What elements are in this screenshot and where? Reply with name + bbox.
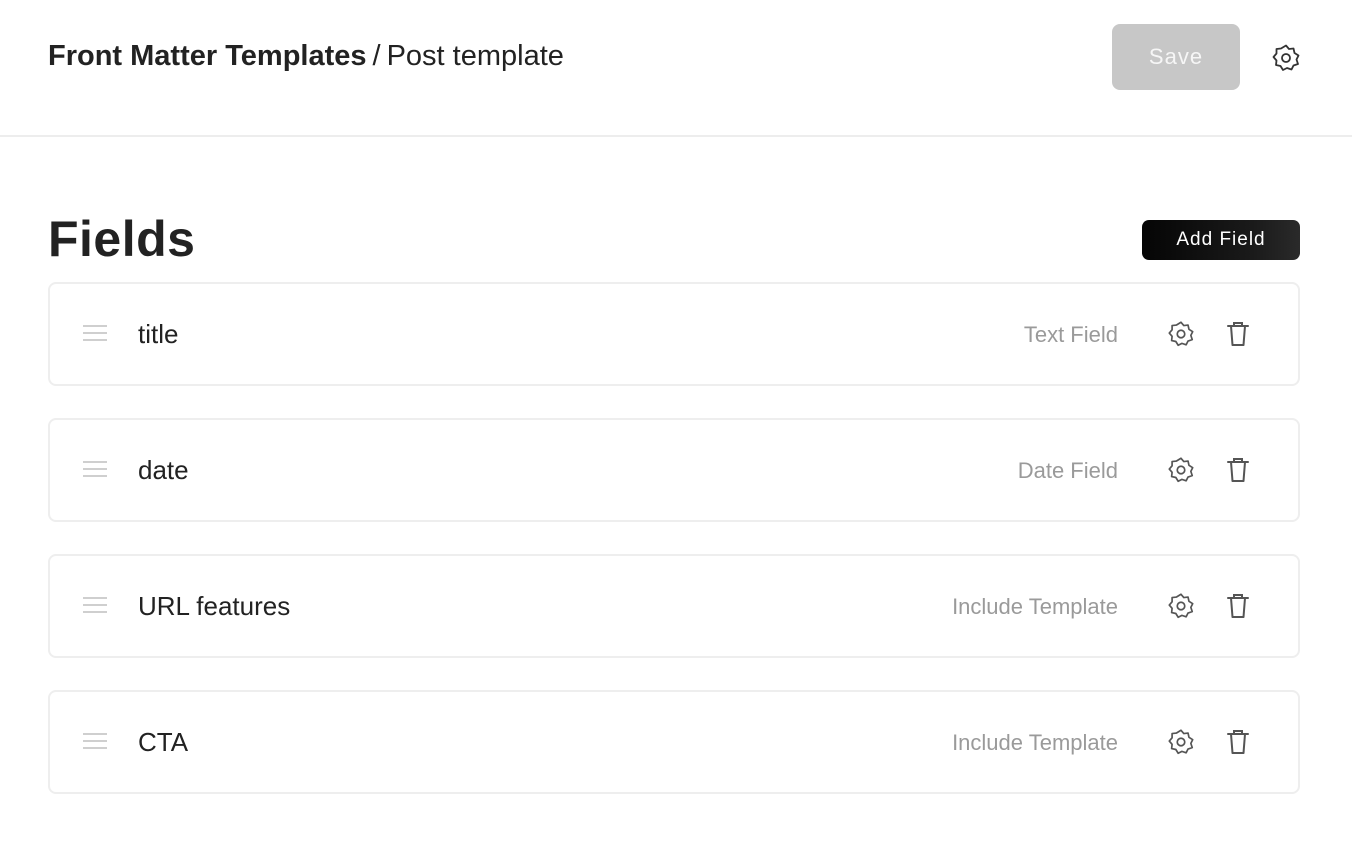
gear-icon[interactable] bbox=[1166, 727, 1196, 757]
gear-icon[interactable] bbox=[1166, 319, 1196, 349]
field-name: title bbox=[138, 319, 179, 349]
section-title: Fields bbox=[48, 211, 196, 267]
save-button[interactable]: Save bbox=[1112, 24, 1240, 90]
drag-handle-icon[interactable] bbox=[82, 594, 108, 616]
page-header: Front Matter Templates / Post template Sav… bbox=[0, 0, 1352, 137]
field-row[interactable]: URL features Include Template bbox=[48, 554, 1300, 658]
breadcrumb-current: Post template bbox=[386, 40, 564, 72]
field-type: Include Template bbox=[952, 730, 1118, 755]
field-list: title Text Field date Date Field URL fea… bbox=[48, 282, 1300, 826]
trash-icon[interactable] bbox=[1226, 456, 1250, 484]
field-type: Date Field bbox=[1017, 458, 1118, 483]
field-type: Text Field bbox=[1023, 322, 1118, 347]
breadcrumb: Front Matter Templates / Post template bbox=[48, 38, 564, 74]
drag-handle-icon[interactable] bbox=[82, 730, 108, 752]
field-row[interactable]: title Text Field bbox=[48, 282, 1300, 386]
field-type: Include Template bbox=[952, 594, 1118, 619]
field-name: URL features bbox=[138, 591, 291, 621]
gear-icon[interactable] bbox=[1270, 42, 1302, 74]
field-row[interactable]: CTA Include Template bbox=[48, 690, 1300, 794]
breadcrumb-root[interactable]: Front Matter Templates bbox=[48, 40, 367, 72]
field-row[interactable]: date Date Field bbox=[48, 418, 1300, 522]
trash-icon[interactable] bbox=[1226, 592, 1250, 620]
field-name: date bbox=[138, 455, 189, 485]
breadcrumb-separator: / bbox=[372, 40, 381, 72]
field-name: CTA bbox=[138, 727, 189, 757]
gear-icon[interactable] bbox=[1166, 591, 1196, 621]
add-field-button[interactable]: Add Field bbox=[1142, 220, 1300, 260]
trash-icon[interactable] bbox=[1226, 320, 1250, 348]
drag-handle-icon[interactable] bbox=[82, 458, 108, 480]
drag-handle-icon[interactable] bbox=[82, 322, 108, 344]
gear-icon[interactable] bbox=[1166, 455, 1196, 485]
trash-icon[interactable] bbox=[1226, 728, 1250, 756]
